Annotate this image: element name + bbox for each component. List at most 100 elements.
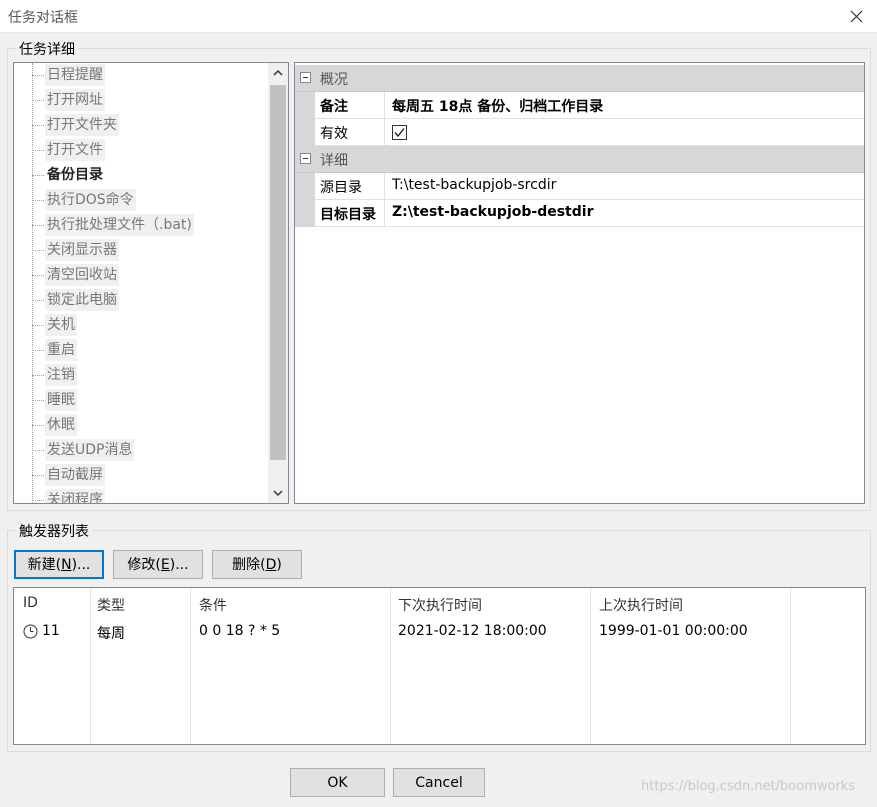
tree-connector bbox=[32, 450, 44, 451]
tree-item-label: 打开网址 bbox=[45, 89, 105, 111]
tree-connector bbox=[32, 300, 44, 301]
category-details[interactable]: 详细 bbox=[295, 146, 864, 173]
column-header-type[interactable]: 类型 bbox=[97, 595, 125, 615]
tree-item-label: 锁定此电脑 bbox=[45, 289, 119, 311]
tree-item[interactable]: 关闭程序 bbox=[14, 488, 264, 503]
scroll-thumb[interactable] bbox=[270, 85, 286, 460]
note-value[interactable]: 每周五 18点 备份、归档工作目录 bbox=[392, 96, 603, 116]
tree-item[interactable]: 打开文件夹 bbox=[14, 113, 264, 138]
row-gutter bbox=[295, 92, 315, 119]
tree-connector bbox=[32, 225, 44, 226]
column-divider bbox=[590, 588, 591, 744]
checkmark-icon bbox=[394, 128, 405, 138]
close-button[interactable] bbox=[839, 2, 873, 30]
tree-item[interactable]: 注销 bbox=[14, 363, 264, 388]
edit-trigger-button[interactable]: 修改(E)... bbox=[113, 550, 203, 579]
tree-item[interactable]: 日程提醒 bbox=[14, 63, 264, 88]
tree-connector bbox=[32, 250, 44, 251]
property-row-enabled[interactable]: 有效 bbox=[295, 119, 864, 146]
task-type-tree[interactable]: 日程提醒 打开网址 打开文件夹 打开文件 备份目录 执行DOS命令执行批处理文件（.bat… bbox=[13, 62, 289, 504]
tree-connector bbox=[32, 350, 44, 351]
chevron-up-icon bbox=[273, 69, 283, 76]
new-trigger-button[interactable]: 新建(N)... bbox=[14, 550, 104, 579]
row-gutter bbox=[295, 200, 315, 227]
tree-item[interactable]: 发送UDP消息 bbox=[14, 438, 264, 463]
tree-item[interactable]: 清空回收站 bbox=[14, 263, 264, 288]
tree-item[interactable]: 执行DOS命令 bbox=[14, 188, 264, 213]
tree-connector bbox=[32, 200, 44, 201]
clock-icon bbox=[23, 624, 38, 639]
tree-item[interactable]: 关机 bbox=[14, 313, 264, 338]
column-divider bbox=[390, 588, 391, 744]
tree-item-label: 重启 bbox=[45, 339, 77, 361]
category-overview[interactable]: 概况 bbox=[295, 65, 864, 92]
scroll-down-button[interactable] bbox=[268, 483, 288, 503]
column-header-condition[interactable]: 条件 bbox=[199, 595, 227, 615]
column-header-next-run[interactable]: 下次执行时间 bbox=[398, 595, 482, 615]
category-label: 概况 bbox=[320, 72, 348, 88]
tree-item-label: 打开文件 bbox=[45, 139, 105, 161]
column-header-last-run[interactable]: 上次执行时间 bbox=[599, 595, 683, 615]
column-header-id[interactable]: ID bbox=[23, 595, 38, 611]
tree-item[interactable]: 重启 bbox=[14, 338, 264, 363]
tree-connector bbox=[32, 125, 44, 126]
target-dir-value[interactable]: Z:\test-backupjob-destdir bbox=[392, 204, 593, 220]
tree-item-label: 关闭程序 bbox=[45, 489, 105, 503]
tree-item[interactable]: 打开网址 bbox=[14, 88, 264, 113]
property-row-source[interactable]: 源目录 T:\test-backupjob-srcdir bbox=[295, 173, 864, 200]
button-tail: )... bbox=[169, 557, 189, 573]
close-icon bbox=[850, 10, 863, 23]
cell-condition: 0 0 18 ? * 5 bbox=[199, 623, 281, 639]
tree-item[interactable]: 睡眠 bbox=[14, 388, 264, 413]
tree-connector bbox=[32, 175, 44, 176]
tree-item[interactable]: 关闭显示器 bbox=[14, 238, 264, 263]
ok-button[interactable]: OK bbox=[290, 768, 385, 797]
property-grid: 概况 备注 每周五 18点 备份、归档工作目录 有效 详细 源目录 T:\tes… bbox=[294, 62, 865, 504]
source-dir-value[interactable]: T:\test-backupjob-srcdir bbox=[392, 177, 556, 193]
cell-next-run: 2021-02-12 18:00:00 bbox=[398, 623, 547, 639]
tree-item-label: 关闭显示器 bbox=[45, 239, 119, 261]
tree-item[interactable]: 打开文件 bbox=[14, 138, 264, 163]
tree-item[interactable]: 休眠 bbox=[14, 413, 264, 438]
tree-item-label: 执行批处理文件（.bat) bbox=[45, 214, 194, 236]
cell-id: 11 bbox=[42, 623, 60, 639]
tree-connector bbox=[32, 150, 44, 151]
property-row-note[interactable]: 备注 每周五 18点 备份、归档工作目录 bbox=[295, 92, 864, 119]
title-bar: 任务对话框 bbox=[0, 0, 877, 33]
button-text: 删除( bbox=[232, 557, 266, 573]
tree-item-label: 执行DOS命令 bbox=[45, 189, 136, 211]
row-gutter bbox=[295, 119, 315, 146]
triggers-label: 触发器列表 bbox=[16, 521, 92, 541]
column-divider bbox=[190, 588, 191, 744]
tree-item[interactable]: 执行批处理文件（.bat) bbox=[14, 213, 264, 238]
collapse-icon[interactable] bbox=[300, 153, 311, 164]
tree-scrollbar[interactable] bbox=[268, 63, 288, 503]
scroll-up-button[interactable] bbox=[268, 63, 288, 83]
access-key: E bbox=[160, 557, 170, 573]
tree-item[interactable]: 备份目录 bbox=[14, 163, 264, 188]
delete-trigger-button[interactable]: 删除(D) bbox=[212, 550, 302, 579]
button-tail: )... bbox=[71, 557, 91, 573]
property-row-target[interactable]: 目标目录 Z:\test-backupjob-destdir bbox=[295, 200, 864, 227]
tree-connector bbox=[32, 475, 44, 476]
cancel-button[interactable]: Cancel bbox=[393, 768, 485, 797]
tree-item-label: 自动截屏 bbox=[45, 464, 105, 486]
tree-connector bbox=[32, 275, 44, 276]
tree-item[interactable]: 锁定此电脑 bbox=[14, 288, 264, 313]
access-key: D bbox=[265, 557, 277, 573]
button-text: 修改( bbox=[127, 557, 161, 573]
tree-connector bbox=[32, 375, 44, 376]
category-label: 详细 bbox=[320, 153, 348, 169]
collapse-icon[interactable] bbox=[300, 72, 311, 83]
tree-item-label: 清空回收站 bbox=[45, 264, 119, 286]
tree-connector bbox=[32, 100, 44, 101]
tree-connector bbox=[32, 325, 44, 326]
task-details-label: 任务详细 bbox=[16, 39, 78, 59]
tree-connector bbox=[32, 500, 44, 501]
enabled-checkbox[interactable] bbox=[392, 125, 407, 140]
tree-item[interactable]: 自动截屏 bbox=[14, 463, 264, 488]
tree-item-label: 睡眠 bbox=[45, 389, 77, 411]
tree-item-label: 发送UDP消息 bbox=[45, 439, 135, 461]
trigger-list[interactable]: ID 类型 条件 下次执行时间 上次执行时间 11 每周 0 0 18 ? * … bbox=[13, 587, 866, 745]
row-gutter bbox=[295, 173, 315, 200]
